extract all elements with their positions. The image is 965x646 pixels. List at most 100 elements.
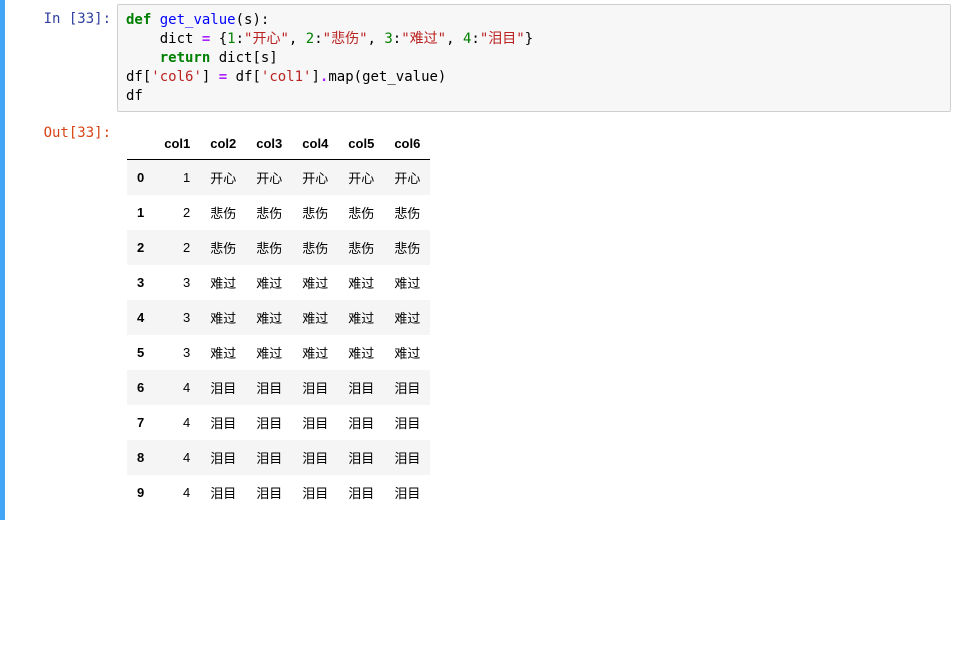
l4s2: 'col1' (261, 69, 312, 85)
l4e: (get_value) (354, 69, 447, 85)
row-index: 1 (127, 195, 154, 230)
header-row: col1col2col3col4col5col6 (127, 128, 430, 160)
colon1: : (236, 31, 244, 47)
l4b: ] (202, 69, 219, 85)
indent2 (126, 50, 160, 66)
cell: 悲伤 (200, 195, 246, 230)
cell: 泪目 (384, 440, 430, 475)
cell: 难过 (200, 300, 246, 335)
dict-open: { (210, 31, 227, 47)
return-expr: dict[s] (210, 50, 277, 66)
cell: 悲伤 (246, 195, 292, 230)
table-row: 84泪目泪目泪目泪目泪目 (127, 440, 430, 475)
l5: df (126, 88, 143, 104)
table-row: 64泪目泪目泪目泪目泪目 (127, 370, 430, 405)
row-index: 5 (127, 335, 154, 370)
colon2: : (314, 31, 322, 47)
paren-close: ): (252, 12, 269, 28)
cell: 泪目 (384, 475, 430, 510)
code-input-area[interactable]: def get_value(s): dict = {1:"开心", 2:"悲伤"… (117, 4, 951, 112)
l4d: ] (311, 69, 319, 85)
table-row: 74泪目泪目泪目泪目泪目 (127, 405, 430, 440)
cell: 难过 (246, 335, 292, 370)
row-index: 4 (127, 300, 154, 335)
cell: 泪目 (338, 440, 384, 475)
paren-open: ( (236, 12, 244, 28)
cell: 难过 (246, 300, 292, 335)
output-area: col1col2col3col4col5col6 01开心开心开心开心开心12悲… (117, 118, 965, 510)
n1: 1 (227, 31, 235, 47)
column-header: col6 (384, 128, 430, 160)
column-header: col3 (246, 128, 292, 160)
cell: 难过 (292, 335, 338, 370)
cell: 悲伤 (200, 230, 246, 265)
cell: 悲伤 (338, 195, 384, 230)
dict-close: } (525, 31, 533, 47)
cell: 泪目 (292, 370, 338, 405)
row-index: 6 (127, 370, 154, 405)
s4: "泪目" (480, 31, 525, 47)
cell: 悲伤 (384, 195, 430, 230)
cell: 1 (154, 160, 200, 196)
cell: 难过 (384, 265, 430, 300)
cell: 3 (154, 300, 200, 335)
dict-var: dict (160, 31, 202, 47)
cell: 悲伤 (292, 195, 338, 230)
table-row: 53难过难过难过难过难过 (127, 335, 430, 370)
kw-return: return (160, 50, 211, 66)
row-index: 7 (127, 405, 154, 440)
output-row: Out[33]: col1col2col3col4col5col6 01开心开心… (5, 118, 965, 510)
cell: 4 (154, 475, 200, 510)
cell: 泪目 (384, 370, 430, 405)
cell: 泪目 (246, 475, 292, 510)
cell: 泪目 (246, 405, 292, 440)
cell: 难过 (246, 265, 292, 300)
row-index: 0 (127, 160, 154, 196)
cell: 难过 (338, 265, 384, 300)
cell: 泪目 (246, 440, 292, 475)
cell: 泪目 (384, 405, 430, 440)
table-body: 01开心开心开心开心开心12悲伤悲伤悲伤悲伤悲伤22悲伤悲伤悲伤悲伤悲伤33难过… (127, 160, 430, 511)
cell: 2 (154, 230, 200, 265)
notebook-cell: In [33]: def get_value(s): dict = {1:"开心… (0, 0, 965, 520)
cell: 泪目 (200, 475, 246, 510)
column-header: col5 (338, 128, 384, 160)
l4map: map (328, 69, 353, 85)
cell: 泪目 (200, 440, 246, 475)
corner-cell (127, 128, 154, 160)
cell: 4 (154, 370, 200, 405)
kw-def: def (126, 12, 151, 28)
cell: 难过 (292, 265, 338, 300)
cell: 4 (154, 440, 200, 475)
cell: 开心 (246, 160, 292, 196)
table-row: 94泪目泪目泪目泪目泪目 (127, 475, 430, 510)
table-row: 33难过难过难过难过难过 (127, 265, 430, 300)
cell: 3 (154, 335, 200, 370)
cell: 难过 (384, 335, 430, 370)
cell: 悲伤 (338, 230, 384, 265)
row-index: 2 (127, 230, 154, 265)
cell: 悲伤 (246, 230, 292, 265)
table-row: 12悲伤悲伤悲伤悲伤悲伤 (127, 195, 430, 230)
cell: 泪目 (292, 405, 338, 440)
cell: 泪目 (338, 370, 384, 405)
cell: 泪目 (292, 475, 338, 510)
fn-name: get_value (160, 12, 236, 28)
column-header: col4 (292, 128, 338, 160)
c3: , (446, 31, 463, 47)
n3: 3 (384, 31, 392, 47)
table-row: 22悲伤悲伤悲伤悲伤悲伤 (127, 230, 430, 265)
table-row: 01开心开心开心开心开心 (127, 160, 430, 196)
cell: 难过 (338, 300, 384, 335)
c1: , (289, 31, 306, 47)
cell: 难过 (338, 335, 384, 370)
table-row: 43难过难过难过难过难过 (127, 300, 430, 335)
l4c: df[ (227, 69, 261, 85)
colon4: : (471, 31, 479, 47)
code-block: def get_value(s): dict = {1:"开心", 2:"悲伤"… (126, 11, 942, 105)
cell: 难过 (200, 335, 246, 370)
s3: "难过" (401, 31, 446, 47)
row-index: 8 (127, 440, 154, 475)
cell: 泪目 (292, 440, 338, 475)
cell: 开心 (292, 160, 338, 196)
